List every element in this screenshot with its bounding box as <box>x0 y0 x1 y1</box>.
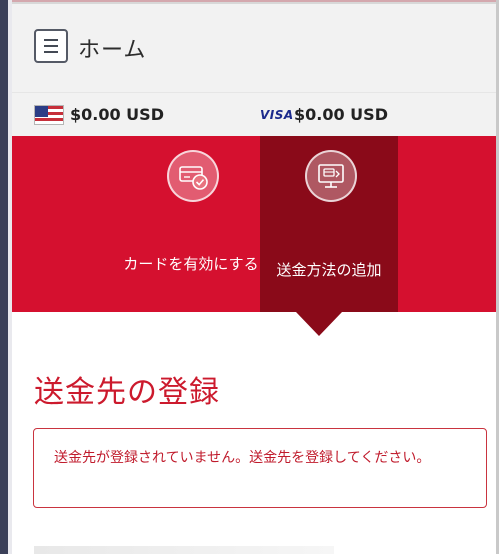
menu-bar-middle <box>44 45 58 47</box>
activate-card-button[interactable]: カードを有効にする <box>122 136 260 312</box>
section-title: 送金先の登録 <box>34 375 220 410</box>
add-transfer-method-button[interactable]: 送金方法の追加 <box>260 136 398 312</box>
page-title: ホーム <box>78 38 147 63</box>
usd-balance: $0.00 USD <box>70 105 164 124</box>
app-header: ホーム <box>12 4 496 92</box>
menu-bar-top <box>44 39 58 41</box>
hamburger-menu-icon[interactable] <box>34 29 68 63</box>
action-band: カードを有効にする 送金方法の追加 <box>12 136 496 312</box>
add-transfer-method-label: 送金方法の追加 <box>276 261 382 279</box>
menu-bar-bottom <box>44 51 58 53</box>
window-left-edge <box>0 0 12 554</box>
clipped-content <box>34 546 334 554</box>
empty-recipients-alert: 送金先が登録されていません。送金先を登録してください。 <box>33 428 487 508</box>
visa-logo: VISA <box>260 108 294 122</box>
app-screen: ホーム $0.00 USD VISA $0.00 USD カードを有効にする 送… <box>0 0 499 554</box>
visa-balance: $0.00 USD <box>294 105 388 124</box>
monitor-card-icon <box>305 150 357 202</box>
balance-bar: $0.00 USD VISA $0.00 USD <box>12 92 496 137</box>
card-check-icon <box>167 150 219 202</box>
flag-canton <box>35 106 48 117</box>
activate-card-label: カードを有効にする <box>123 255 259 273</box>
selected-action-pointer <box>296 312 342 336</box>
alert-message: 送金先が登録されていません。送金先を登録してください。 <box>54 450 431 466</box>
us-flag-icon <box>34 105 64 125</box>
